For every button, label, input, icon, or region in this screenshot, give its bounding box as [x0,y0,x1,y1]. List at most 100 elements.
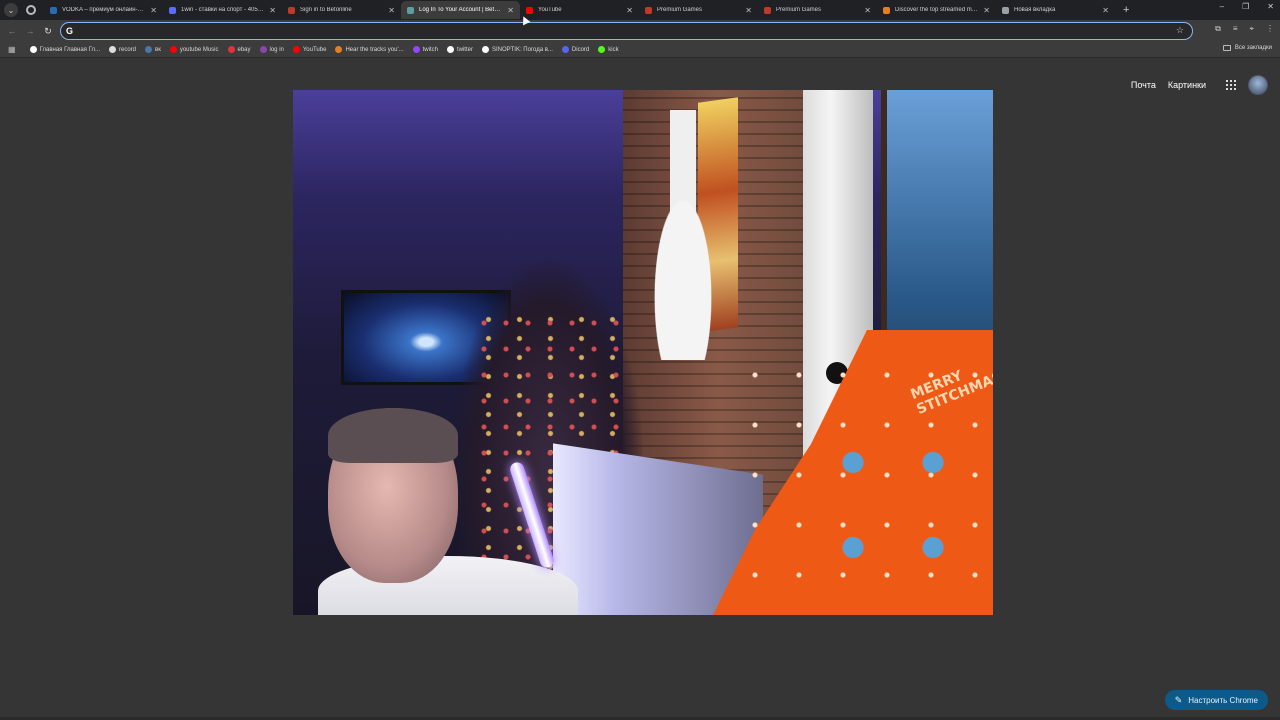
bookmark-favicon-icon [108,46,116,53]
new-tab-icon[interactable]: + [1123,4,1129,16]
bookmark-star-icon[interactable]: ☆ [1176,25,1184,36]
bookmark-item[interactable]: ebay [227,46,251,53]
tab-favicon-icon [883,6,890,14]
tab-favicon-icon [526,6,533,14]
apps-icon[interactable]: ▦ [8,45,16,54]
bookmark-favicon-icon [259,46,267,53]
folder-icon [1222,45,1231,51]
bookmark-item[interactable]: вк [145,46,161,53]
images-link[interactable]: Картинки [1168,80,1206,90]
bookmark-item[interactable]: Главная Главная Гл... [29,46,100,53]
tab-favicon-icon [764,6,771,14]
bookmark-label: twitch [422,46,438,53]
customize-chrome-button[interactable]: ✎ Настроить Chrome [1164,690,1268,710]
tab[interactable]: Discover the top streamed mu... ✕ [877,1,996,19]
tab-close-icon[interactable]: ✕ [983,6,990,15]
bookmark-list: Главная Главная Гл... record вк youtube Mus… [29,46,628,53]
tab-title: Premium Games [657,7,703,13]
bookmark-item[interactable]: Hear the tracks you'... [335,46,404,53]
maximize-icon[interactable]: ❐ [1242,2,1249,11]
tab-favicon-icon [1002,6,1009,14]
bookmark-item[interactable]: YouTube [292,46,327,53]
bookmark-label: youtube Music [179,46,219,53]
google-g-icon: G [66,26,74,36]
tab-strip: ⌄ VODKA – премиум онлайн-ка... ✕ 1win - ст… [0,0,1280,20]
avatar[interactable] [1248,75,1268,95]
close-window-icon[interactable]: ✕ [1267,2,1274,11]
profile-icon[interactable]: ⌖ [1249,24,1254,34]
minimize-icon[interactable]: – [1220,2,1224,11]
tab-title: Новая вкладка [1014,7,1056,13]
tab[interactable]: Log In To Your Account | BetOn... ✕ [401,1,520,19]
bookmark-item[interactable]: youtube Music [169,46,219,53]
tab-favicon-icon [645,6,652,14]
menu-icon[interactable]: ⋮ [1266,24,1274,34]
bookmark-favicon-icon [561,46,569,53]
window-controls: – ❐ ✕ [1220,2,1274,11]
bookmark-favicon-icon [292,46,300,53]
omnibox[interactable]: G ☆ [60,22,1193,40]
tab-close-icon[interactable]: ✕ [1102,6,1109,15]
chrome-profile-icon[interactable] [26,5,36,15]
google-header: Почта Картинки [1119,75,1268,95]
bookmark-item[interactable]: twitch [412,46,438,53]
tab-favicon-icon [169,6,176,14]
tab[interactable]: 1win - ставки на спорт - 4050... ✕ [163,1,282,19]
google-apps-icon[interactable] [1226,80,1236,90]
tab-close-icon[interactable]: ✕ [626,6,633,15]
bookmark-label: YouTube [302,46,327,53]
bookmark-item[interactable]: Dicord [561,46,589,53]
all-bookmarks-label: Все закладки [1234,45,1272,51]
bookmark-item[interactable]: record [108,46,136,53]
tabs: VODKA – премиум онлайн-ка... ✕ 1win - став… [44,1,1115,19]
pencil-icon: ✎ [1174,694,1183,705]
tab-favicon-icon [288,6,295,14]
bookmark-favicon-icon [29,46,37,53]
bookmark-label: Hear the tracks you'... [345,46,404,53]
bookmarks-bar: ▦ Главная Главная Гл... record вк youtube M… [0,42,1280,58]
tab-close-icon[interactable]: ✕ [864,6,871,15]
toolbar-icons: ⧉ ≡ ⌖ ⋮ [1215,24,1274,34]
tab-close-icon[interactable]: ✕ [269,6,276,15]
bookmark-item[interactable]: kick [598,46,619,53]
back-icon[interactable]: ← [3,26,21,36]
bookmark-label: Главная Главная Гл... [39,46,100,53]
tab-favicon-icon [407,6,414,14]
extensions-icon[interactable]: ⧉ [1215,24,1221,34]
gmail-link[interactable]: Почта [1131,80,1156,90]
all-bookmarks[interactable]: Все закладки [1222,45,1272,51]
bookmark-favicon-icon [169,46,177,53]
forward-icon[interactable]: → [21,26,39,36]
tab-title: Premium Games [776,7,822,13]
tab-close-icon[interactable]: ✕ [388,6,395,15]
bookmark-label: twitter [456,46,473,53]
tab[interactable]: Premium Games ✕ [758,1,877,19]
tab-title: Sign in to Betonline [300,7,352,13]
tab-favicon-icon [50,6,57,14]
bookmark-label: record [118,46,136,53]
tab-search-icon[interactable]: ⌄ [4,3,18,17]
tab[interactable]: YouTube ✕ [520,1,639,19]
media-icon[interactable]: ≡ [1233,24,1238,34]
toolbar: ← → ↻ G ☆ ⧉ ≡ ⌖ ⋮ [0,20,1280,42]
tab[interactable]: Sign in to Betonline ✕ [282,1,401,19]
bookmark-label: SINOPTIK: Погода в... [491,46,553,53]
bookmark-item[interactable]: log in [259,46,284,53]
tab-title: Log In To Your Account | BetOn... [419,7,504,13]
tab[interactable]: Новая вкладка ✕ [996,1,1115,19]
reload-icon[interactable]: ↻ [39,26,57,37]
tab-close-icon[interactable]: ✕ [507,6,514,15]
bookmark-label: ebay [237,46,251,53]
tab-close-icon[interactable]: ✕ [745,6,752,15]
address-input[interactable] [79,26,1192,36]
tab[interactable]: VODKA – премиум онлайн-ка... ✕ [44,1,163,19]
tab-close-icon[interactable]: ✕ [150,6,157,15]
tab-title: Discover the top streamed mu... [895,7,980,13]
tab-title: YouTube [538,7,562,13]
bookmark-item[interactable]: SINOPTIK: Погода в... [481,46,553,53]
tab-title: VODKA – премиум онлайн-ка... [62,7,147,13]
tab[interactable]: Premium Games ✕ [639,1,758,19]
bookmark-item[interactable]: twitter [446,46,473,53]
bookmark-favicon-icon [446,46,454,53]
bookmark-label: log in [269,46,284,53]
